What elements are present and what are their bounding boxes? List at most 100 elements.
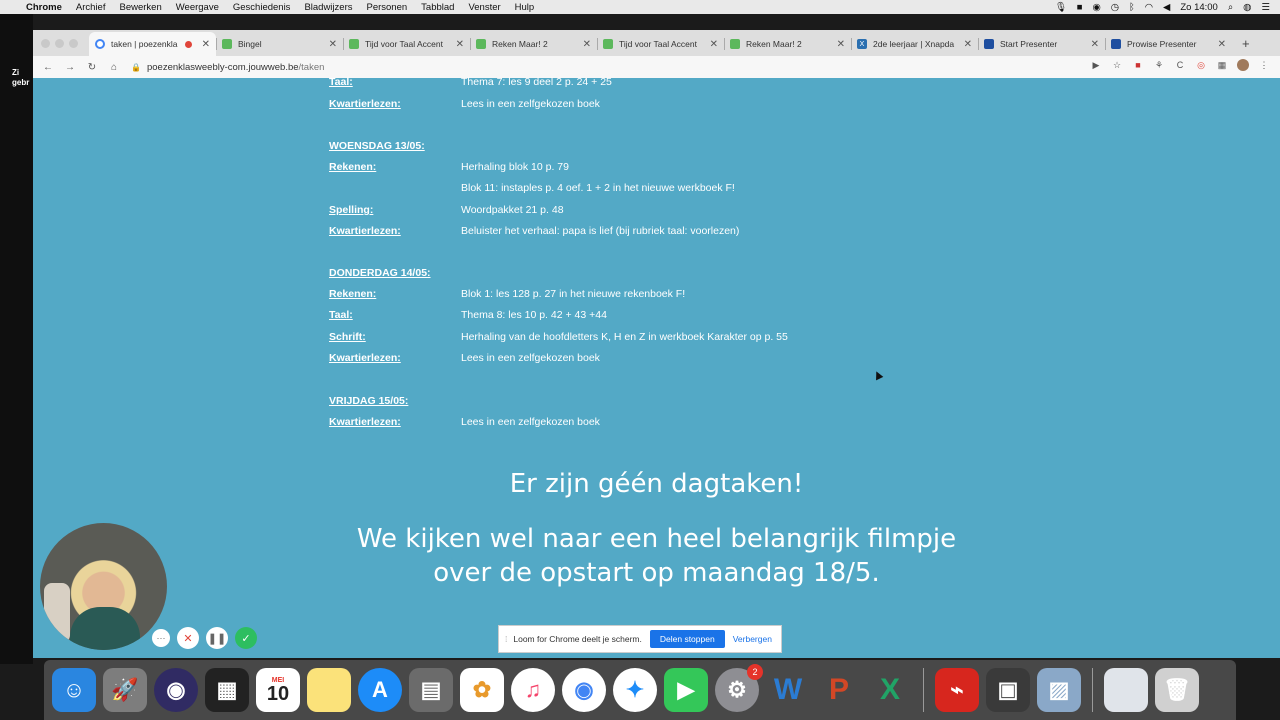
close-tab-icon[interactable]: ✕	[329, 39, 337, 50]
menu-archief[interactable]: Archief	[76, 2, 106, 13]
downloads-stack-icon[interactable]	[1104, 668, 1148, 712]
word-icon[interactable]: W	[766, 668, 810, 712]
tab-reken-maar-1[interactable]: Reken Maar! 2 ✕	[470, 32, 597, 56]
schedule-row: Kwartierlezen: Lees in een zelfgekozen b…	[329, 416, 600, 428]
tab-start-presenter[interactable]: Start Presenter ✕	[978, 32, 1105, 56]
pause-recording-button[interactable]: ❚❚	[206, 627, 228, 649]
photos-icon[interactable]: ✿	[460, 668, 504, 712]
system-preferences-icon[interactable]: ⚙ 2	[715, 664, 763, 712]
adblock-extension-icon[interactable]: ■	[1132, 59, 1144, 71]
app-store-icon[interactable]: A	[358, 668, 402, 712]
tab-taken[interactable]: taken | poezenkla ✕	[89, 32, 216, 56]
home-icon[interactable]: ⌂	[107, 62, 121, 73]
tab-bingel[interactable]: Bingel ✕	[216, 32, 343, 56]
tab-reken-maar-2[interactable]: Reken Maar! 2 ✕	[724, 32, 851, 56]
minimize-window-button[interactable]	[55, 38, 64, 48]
new-tab-button[interactable]: +	[1242, 32, 1250, 56]
menu-dots-icon[interactable]: ⋮	[1258, 59, 1270, 71]
close-tab-icon[interactable]: ✕	[583, 39, 591, 50]
tab-xnapda[interactable]: X 2de leerjaar | Xnapda ✕	[851, 32, 978, 56]
close-tab-icon[interactable]: ✕	[1091, 39, 1099, 50]
music-icon[interactable]: ♫	[511, 668, 555, 712]
bluetooth-icon[interactable]: ᛒ	[1129, 2, 1135, 13]
subject-label: Kwartierlezen:	[329, 352, 401, 364]
lock-icon[interactable]: 🔒	[131, 63, 141, 72]
menu-weergave[interactable]: Weergave	[176, 2, 219, 13]
task-text: Lees in een zelfgekozen boek	[461, 98, 600, 110]
siri-app-icon[interactable]: ◉	[154, 668, 198, 712]
more-options-icon[interactable]: ⋯	[152, 629, 170, 647]
menu-hulp[interactable]: Hulp	[515, 2, 535, 13]
tab-title: Prowise Presenter	[1127, 39, 1197, 49]
facetime-icon[interactable]: ▶	[664, 668, 708, 712]
clock[interactable]: Zo 14:00	[1180, 2, 1218, 13]
loom-extension-icon[interactable]: ◎	[1195, 59, 1207, 71]
recording-icon	[184, 40, 192, 48]
close-tab-icon[interactable]: ✕	[837, 39, 845, 50]
menu-bewerken[interactable]: Bewerken	[119, 2, 161, 13]
menu-personen[interactable]: Personen	[366, 2, 407, 13]
finish-recording-button[interactable]: ✓	[235, 627, 257, 649]
acrobat-icon[interactable]: ⌁	[935, 668, 979, 712]
preview-icon[interactable]: ▨	[1037, 668, 1081, 712]
wifi-icon[interactable]: ◠	[1145, 2, 1153, 13]
tab-tijd-voor-taal-1[interactable]: Tijd voor Taal Accent ✕	[343, 32, 470, 56]
search-icon[interactable]: ⌕	[1228, 2, 1233, 13]
close-window-button[interactable]	[41, 38, 50, 48]
finder-icon[interactable]: ☺	[52, 668, 96, 712]
time-machine-icon[interactable]: ◷	[1111, 2, 1119, 13]
drag-handle-icon[interactable]: ⁞	[505, 634, 507, 644]
close-tab-icon[interactable]: ✕	[710, 39, 718, 50]
cancel-recording-button[interactable]: ✕	[177, 627, 199, 649]
forward-icon[interactable]: →	[63, 62, 77, 73]
back-icon[interactable]: ←	[41, 62, 55, 73]
bingel-favicon-icon	[222, 39, 232, 49]
task-text: Herhaling van de hoofdletters K, H en Z …	[461, 331, 788, 343]
menu-tabblad[interactable]: Tabblad	[421, 2, 454, 13]
camera-icon[interactable]: ■	[1077, 2, 1083, 13]
stop-sharing-button[interactable]: Delen stoppen	[649, 630, 725, 648]
close-tab-icon[interactable]: ✕	[456, 39, 464, 50]
menu-bladwijzers[interactable]: Bladwijzers	[304, 2, 352, 13]
safari-icon[interactable]: ✦	[613, 668, 657, 712]
tab-tijd-voor-taal-2[interactable]: Tijd voor Taal Accent ✕	[597, 32, 724, 56]
launchpad-icon[interactable]: 🚀	[103, 668, 147, 712]
menu-venster[interactable]: Venster	[468, 2, 500, 13]
profile-avatar[interactable]	[1237, 59, 1249, 71]
imovie-icon[interactable]: ▣	[986, 668, 1030, 712]
powerpoint-icon[interactable]: P	[817, 668, 861, 712]
zoom-window-button[interactable]	[69, 38, 78, 48]
schedule-row: Taal: Thema 7: les 9 deel 2 p. 24 + 25	[329, 76, 612, 88]
dock-separator	[923, 668, 924, 712]
camera-extension-icon[interactable]: ▶	[1090, 59, 1102, 71]
volume-icon[interactable]: ◀	[1163, 2, 1170, 13]
photo-booth-icon[interactable]: ▦	[205, 668, 249, 712]
webcam-bubble[interactable]	[40, 523, 167, 650]
subject-label: Kwartierlezen:	[329, 225, 401, 237]
extension-icon[interactable]: ⚘	[1153, 59, 1165, 71]
dock: ☺ 🚀 ◉ ▦ MEI 10 A ▤ ✿ ♫ ◉ ✦ ▶ ⚙ 2 W P X ⌁ …	[44, 660, 1236, 720]
address-bar[interactable]: 🔒 poezenklasweebly-com.jouwweb.be/taken	[131, 58, 1091, 76]
chrome-app-icon[interactable]: ◉	[562, 668, 606, 712]
microphone-icon[interactable]: 🎙	[1055, 2, 1067, 13]
menu-geschiedenis[interactable]: Geschiedenis	[233, 2, 291, 13]
trash-icon[interactable]: 🗑	[1155, 668, 1199, 712]
bookmark-star-icon[interactable]: ☆	[1111, 59, 1123, 71]
calculator-icon[interactable]: ▤	[409, 668, 453, 712]
calendar-icon[interactable]: MEI 10	[256, 668, 300, 712]
screen-record-icon[interactable]: ◉	[1092, 2, 1100, 13]
siri-icon[interactable]: ◍	[1243, 2, 1251, 13]
c-extension-icon[interactable]: C	[1174, 59, 1186, 71]
reload-icon[interactable]: ↻	[85, 62, 99, 73]
close-tab-icon[interactable]: ✕	[202, 39, 210, 50]
notes-icon[interactable]	[307, 668, 351, 712]
excel-icon[interactable]: X	[868, 668, 912, 712]
close-tab-icon[interactable]: ✕	[964, 39, 972, 50]
tab-prowise-presenter[interactable]: Prowise Presenter ✕	[1105, 32, 1232, 56]
close-tab-icon[interactable]: ✕	[1218, 39, 1226, 50]
desktop-label: Zi gebr	[12, 68, 29, 88]
hide-button[interactable]: Verbergen	[733, 634, 772, 644]
menu-chrome[interactable]: Chrome	[26, 2, 62, 13]
notifications-icon[interactable]: ☰	[1261, 2, 1270, 13]
grid-extension-icon[interactable]: ▦	[1216, 59, 1228, 71]
